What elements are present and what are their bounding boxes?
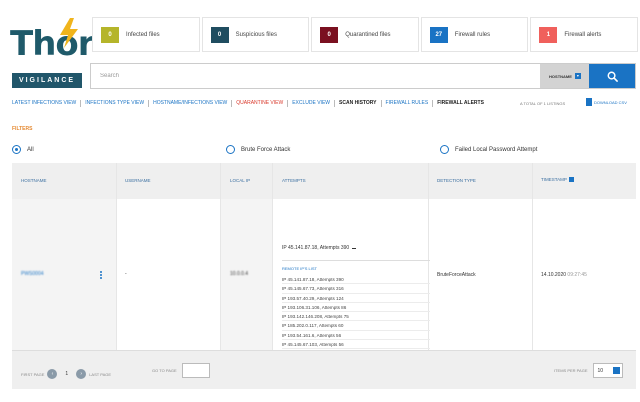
stat-label: Firewall alerts bbox=[564, 31, 602, 38]
remote-ip-item: IP 45.145.67.73, Attempts 316 bbox=[282, 284, 430, 294]
remote-ips-label: REMOTE IP'S LIST bbox=[282, 266, 317, 271]
search-icon bbox=[607, 71, 618, 82]
col-username[interactable]: USERNAME bbox=[125, 178, 151, 183]
first-page-label[interactable]: FIRST PAGE bbox=[21, 372, 44, 377]
items-per-page: ITEMS PER PAGE 10 bbox=[554, 363, 623, 378]
search-button[interactable] bbox=[589, 64, 635, 88]
stat-label: Quarantined files bbox=[345, 31, 391, 38]
stat-label: Suspicious files bbox=[235, 31, 277, 38]
stat-count-badge: 27 bbox=[429, 26, 448, 43]
nav-scan-history[interactable]: SCAN HISTORY bbox=[335, 100, 382, 107]
last-page-label[interactable]: LAST PAGE bbox=[89, 372, 111, 377]
stat-infected-files[interactable]: 0 Infected files bbox=[92, 17, 200, 52]
goto-page: GO TO PAGE bbox=[152, 363, 210, 378]
chevron-left-icon[interactable]: ‹ bbox=[47, 369, 58, 379]
page-navigator: FIRST PAGE ‹ 1 › LAST PAGE bbox=[21, 369, 111, 379]
stat-count-badge: 1 bbox=[539, 26, 558, 43]
alerts-table: HOSTNAME USERNAME LOCAL IP ATTEMPTS DETE… bbox=[12, 163, 636, 366]
timestamp-time: 09:27:45 bbox=[567, 272, 587, 278]
chevron-down-icon bbox=[612, 367, 620, 374]
col-detection-type[interactable]: DETECTION TYPE bbox=[437, 178, 476, 183]
goto-page-input[interactable] bbox=[181, 363, 210, 378]
stat-firewall-rules[interactable]: 27 Firewall rules bbox=[420, 17, 529, 52]
sort-icon[interactable] bbox=[568, 177, 574, 183]
radio-button[interactable] bbox=[226, 145, 235, 154]
nav-firewall-alerts[interactable]: FIREWALL ALERTS bbox=[433, 100, 488, 107]
stat-label: Infected files bbox=[126, 31, 160, 38]
items-per-page-select[interactable]: 10 bbox=[592, 363, 623, 378]
more-options-icon[interactable] bbox=[100, 271, 102, 280]
current-page: 1 bbox=[65, 371, 69, 377]
col-attempts[interactable]: ATTEMPTS bbox=[282, 178, 306, 183]
filters-label: FILTERS bbox=[12, 126, 33, 132]
search-filter-value: HOSTNAME bbox=[549, 73, 572, 79]
hostname-link[interactable]: PWS0004 bbox=[21, 271, 44, 277]
col-timestamp-label: TIMESTAMP bbox=[541, 177, 567, 182]
remote-ip-item: IP 45.141.87.18, Attempts 390 bbox=[282, 275, 430, 285]
search-filter-select[interactable]: HOSTNAME ▾ bbox=[540, 64, 590, 88]
search-input[interactable] bbox=[91, 64, 540, 88]
filter-all[interactable]: All bbox=[12, 145, 34, 154]
stat-label: Firewall rules bbox=[454, 31, 491, 38]
tagline-badge: VIGILANCE bbox=[12, 73, 82, 88]
search-bar: HOSTNAME ▾ bbox=[90, 63, 636, 89]
collapse-icon[interactable] bbox=[352, 247, 357, 249]
download-csv-button[interactable]: DOWNLOAD CSV bbox=[586, 98, 638, 106]
radio-button[interactable] bbox=[440, 145, 449, 154]
col-local-ip[interactable]: LOCAL IP bbox=[230, 178, 250, 183]
remote-ip-item: IP 193.57.40.29, Attempts 124 bbox=[282, 294, 430, 303]
nav-infections-type[interactable]: INFECTIONS TYPE VIEW bbox=[81, 100, 150, 107]
username-cell: - bbox=[125, 271, 127, 277]
col-hostname[interactable]: HOSTNAME bbox=[21, 178, 47, 183]
remote-ip-item: IP 193.142.146.208, Attempts 75 bbox=[282, 312, 430, 322]
detection-type-cell: BruteForceAttack bbox=[437, 272, 476, 278]
table-row: PWS0004 - 10.0.0.4 IP 45.141.87.18, Atte… bbox=[12, 199, 636, 366]
chevron-down-icon: ▾ bbox=[574, 73, 581, 79]
remote-ip-item: IP 193.106.31.106, Attempts 86 bbox=[282, 303, 430, 313]
remote-ip-item: IP 193.54.161.6, Attempts 56 bbox=[282, 331, 430, 341]
attempts-summary[interactable]: IP 45.141.87.18, Attempts 390 bbox=[282, 245, 432, 251]
goto-page-label: GO TO PAGE bbox=[152, 368, 177, 373]
filter-label: Failed Local Password Attempt bbox=[455, 146, 538, 153]
nav-hostname-infections[interactable]: HOSTNAME/INFECTIONS VIEW bbox=[149, 100, 233, 107]
stat-quarantined-files[interactable]: 0 Quarantined files bbox=[311, 17, 419, 52]
col-timestamp[interactable]: TIMESTAMP bbox=[541, 177, 574, 183]
lightning-bolt-icon bbox=[60, 18, 78, 48]
pagination-bar: FIRST PAGE ‹ 1 › LAST PAGE GO TO PAGE IT… bbox=[12, 351, 636, 389]
download-csv-label: DOWNLOAD CSV bbox=[594, 99, 627, 105]
view-nav: LATEST INFECTIONS VIEW INFECTIONS TYPE V… bbox=[12, 100, 488, 107]
chevron-right-icon[interactable]: › bbox=[76, 369, 87, 379]
remote-ip-item: IP 45.145.67.103, Attempts 56 bbox=[282, 340, 430, 350]
document-icon bbox=[586, 98, 592, 106]
filter-label: All bbox=[27, 146, 34, 153]
total-listings: A TOTAL OF 1 LISTINGS bbox=[520, 101, 566, 106]
nav-latest-infections[interactable]: LATEST INFECTIONS VIEW bbox=[12, 100, 82, 107]
stats-bar: 0 Infected files 0 Suspicious files 0 Qu… bbox=[92, 17, 638, 52]
filter-brute-force[interactable]: Brute Force Attack bbox=[226, 145, 290, 154]
attempts-cell: IP 45.141.87.18, Attempts 390 REMOTE IP'… bbox=[282, 245, 432, 368]
divider bbox=[282, 260, 430, 261]
items-per-page-label: ITEMS PER PAGE bbox=[554, 368, 588, 373]
filter-failed-local-password[interactable]: Failed Local Password Attempt bbox=[440, 145, 537, 154]
radio-button[interactable] bbox=[12, 145, 21, 154]
timestamp-date: 14.10.2020 bbox=[541, 272, 567, 278]
filter-label: Brute Force Attack bbox=[241, 146, 291, 153]
stat-count-badge: 0 bbox=[320, 26, 339, 43]
local-ip-cell: 10.0.0.4 bbox=[230, 271, 249, 277]
stat-firewall-alerts[interactable]: 1 Firewall alerts bbox=[530, 17, 638, 52]
nav-exclude[interactable]: EXCLUDE VIEW bbox=[288, 100, 336, 107]
thor-logo: Thor bbox=[10, 18, 95, 66]
stat-suspicious-files[interactable]: 0 Suspicious files bbox=[201, 17, 310, 52]
stat-count-badge: 0 bbox=[101, 26, 119, 43]
remote-ip-item: IP 185.202.0.117, Attempts 60 bbox=[282, 321, 430, 331]
stat-count-badge: 0 bbox=[210, 26, 229, 43]
nav-quarantine[interactable]: QUARANTINE VIEW bbox=[232, 100, 289, 107]
items-per-page-value: 10 bbox=[597, 367, 604, 374]
logo-text: Thor bbox=[10, 24, 95, 64]
timestamp-cell: 14.10.2020 09:27:45 bbox=[541, 272, 587, 278]
attempts-summary-text: IP 45.141.87.18, Attempts 390 bbox=[282, 245, 350, 251]
table-header: HOSTNAME USERNAME LOCAL IP ATTEMPTS DETE… bbox=[12, 163, 636, 199]
nav-firewall-rules[interactable]: FIREWALL RULES bbox=[382, 100, 434, 107]
